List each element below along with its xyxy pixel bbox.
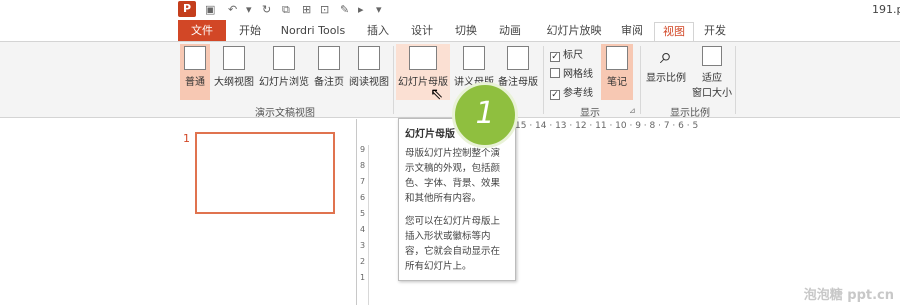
gridlines-checkbox[interactable]: 网格线 <box>550 65 593 80</box>
tab-file[interactable]: 文件 <box>178 20 226 41</box>
notes-master-icon <box>507 46 529 70</box>
show-group-label: 显示 <box>580 108 600 119</box>
notes-button[interactable]: 笔记 <box>601 44 633 100</box>
slide-thumbnail[interactable] <box>195 132 335 214</box>
slide-master-icon <box>409 46 437 70</box>
mouse-cursor-icon: ⇖ <box>430 84 444 103</box>
outline-view-button[interactable]: 大纲视图 <box>212 44 256 100</box>
horizontal-ruler: 15 · 14 · 13 · 12 · 11 · 10 · 9 · 8 · 7 … <box>515 121 699 131</box>
group-separator <box>640 46 641 114</box>
presentation-views-group-label: 演示文稿视图 <box>255 108 315 119</box>
notes-page-button[interactable]: 备注页 <box>312 44 346 100</box>
fit-to-window-button[interactable]: 适应 窗口大小 <box>692 44 732 100</box>
guides-checkbox[interactable]: ✓ 参考线 <box>550 84 593 100</box>
vertical-ruler: 9 8 7 6 5 4 3 2 1 <box>357 145 369 305</box>
group-separator <box>735 46 736 114</box>
check-icon: ✓ <box>550 90 560 100</box>
tooltip-description: 您可以在幻灯片母版上插入形状或徽标等内容，它就会自动显示在所有幻灯片上。 <box>405 216 501 272</box>
format-painter-icon[interactable]: ✎ <box>340 3 349 16</box>
ribbon-panel: 普通 大纲视图 幻灯片浏览 备注页 阅读视图 演示文稿视图 幻灯片母版 讲义母版… <box>0 41 900 119</box>
undo-icon[interactable]: ↶ <box>228 3 237 16</box>
zoom-group-label: 显示比例 <box>670 108 710 119</box>
notes-icon <box>606 46 628 70</box>
customize-qat-icon[interactable]: ▾ <box>376 3 382 16</box>
tab-home[interactable]: 开始 <box>232 22 268 41</box>
watermark: 泡泡糖 ppt.cn <box>803 288 894 303</box>
tab-insert[interactable]: 插入 <box>360 22 396 41</box>
group-separator <box>543 46 544 114</box>
notes-page-icon <box>318 46 340 70</box>
powerpoint-logo-icon: P <box>178 1 196 17</box>
slide-sorter-icon <box>273 46 295 70</box>
touch-mode-icon[interactable]: ⊡ <box>320 3 329 16</box>
step-number-badge: 1 <box>452 82 518 148</box>
ruler-checkbox[interactable]: ✓ 标尺 <box>550 46 583 62</box>
save-icon[interactable]: ▣ <box>205 3 215 16</box>
normal-view-icon <box>184 46 206 70</box>
tab-transitions[interactable]: 切换 <box>448 22 484 41</box>
magnifier-icon: ⌕ <box>659 44 673 69</box>
tab-nordri-tools[interactable]: Nordri Tools <box>278 22 348 41</box>
quick-access-toolbar: P ▣ ↶ ▾ ↻ ⧉ ⊞ ⊡ ✎ ▸ ▾ 191.pp <box>0 0 900 20</box>
dialog-launcher-icon[interactable]: ⊿ <box>629 106 636 115</box>
tab-view[interactable]: 视图 <box>654 22 694 41</box>
handout-master-icon <box>463 46 485 70</box>
normal-view-button[interactable]: 普通 <box>180 44 210 100</box>
window-title: 191.pp <box>872 3 900 16</box>
undo-dropdown-icon[interactable]: ▾ <box>246 3 252 16</box>
tab-animations[interactable]: 动画 <box>492 22 528 41</box>
tab-review[interactable]: 审阅 <box>614 22 650 41</box>
check-icon: ✓ <box>550 52 560 62</box>
slide-number: 1 <box>183 132 190 145</box>
spelling-icon[interactable]: ⊞ <box>302 3 311 16</box>
reading-view-button[interactable]: 阅读视图 <box>347 44 391 100</box>
redo-icon[interactable]: ↻ <box>262 3 271 16</box>
outline-view-icon <box>223 46 245 70</box>
group-separator <box>393 46 394 114</box>
zoom-button[interactable]: ⌕ 显示比例 <box>644 44 688 100</box>
reading-view-icon <box>358 46 380 70</box>
tab-design[interactable]: 设计 <box>404 22 440 41</box>
print-preview-icon[interactable]: ⧉ <box>282 3 290 17</box>
fit-window-icon <box>702 46 722 66</box>
slide-sorter-button[interactable]: 幻灯片浏览 <box>258 44 310 100</box>
start-slideshow-icon[interactable]: ▸ <box>358 3 364 16</box>
tab-slideshow[interactable]: 幻灯片放映 <box>538 22 610 41</box>
ribbon-tabs: 文件 开始 Nordri Tools 插入 设计 切换 动画 幻灯片放映 审阅 … <box>0 20 900 41</box>
tooltip-description: 母版幻灯片控制整个演示文稿的外观，包括颜色、字体、背景、效果和其他所有内容。 <box>405 148 501 204</box>
tab-developer[interactable]: 开发 <box>700 22 730 41</box>
